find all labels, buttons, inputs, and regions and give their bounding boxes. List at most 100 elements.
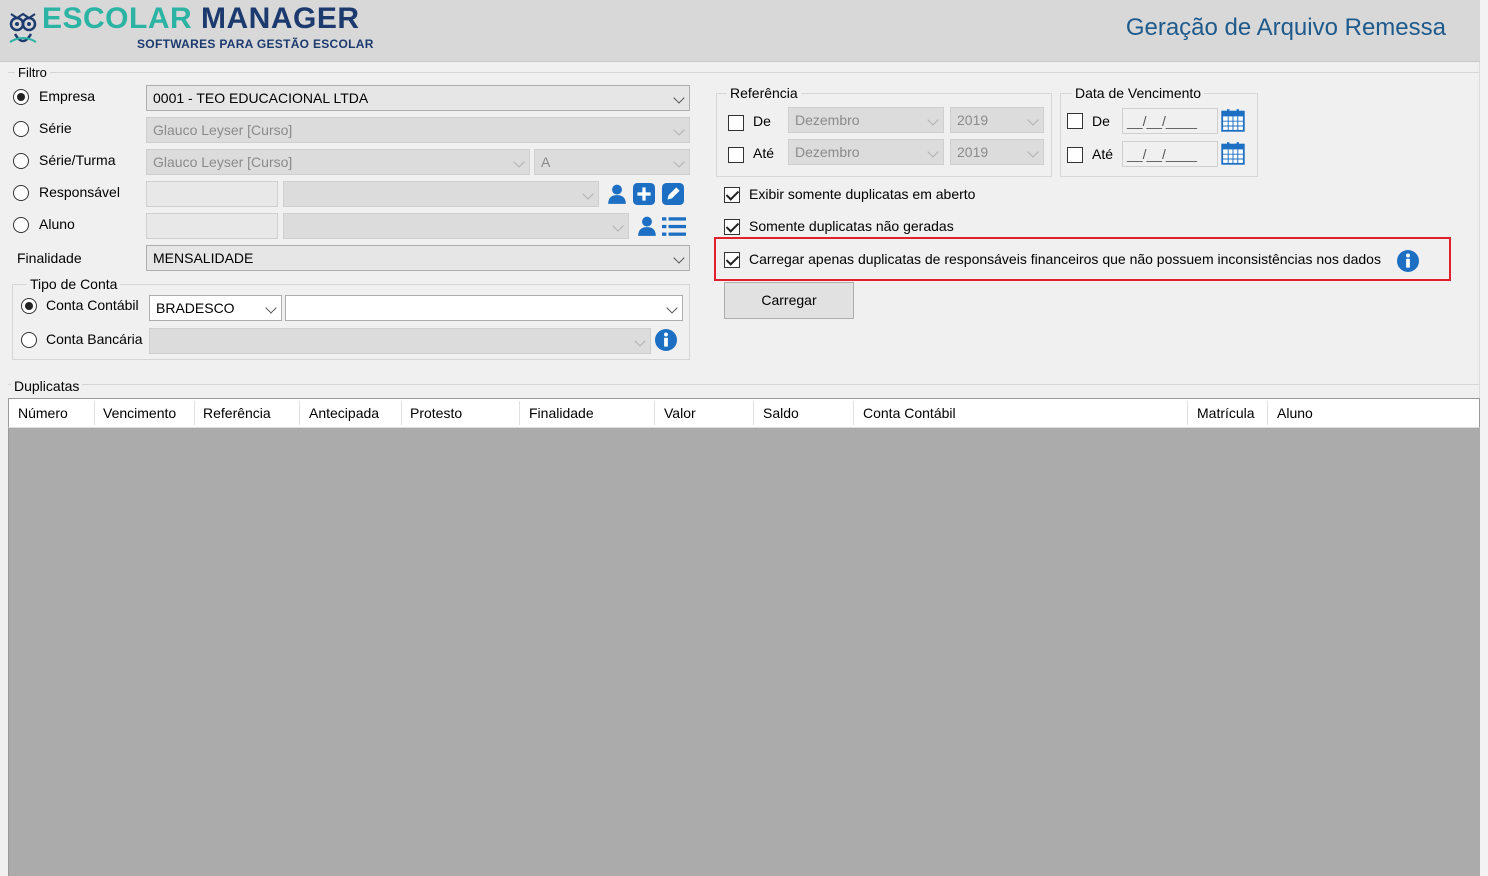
- edit-icon[interactable]: [662, 183, 684, 205]
- col-separator: [753, 401, 754, 425]
- empresa-select[interactable]: 0001 - TEO EDUCACIONAL LTDA: [146, 85, 690, 111]
- vencimento-de-checkbox[interactable]: [1067, 113, 1083, 129]
- chevron-down-icon: [666, 302, 678, 314]
- conta-bancaria-radio[interactable]: [21, 332, 37, 348]
- chevron-down-icon: [513, 156, 525, 168]
- responsavel-radio[interactable]: [13, 185, 29, 201]
- col-protesto[interactable]: Protesto: [410, 405, 462, 421]
- col-separator: [94, 401, 95, 425]
- aluno-select[interactable]: [283, 213, 629, 239]
- vencimento-ate-checkbox[interactable]: [1067, 147, 1083, 163]
- serie-turma-radio[interactable]: [13, 153, 29, 169]
- info-icon[interactable]: [1397, 250, 1419, 272]
- finalidade-value: MENSALIDADE: [153, 250, 254, 266]
- chevron-down-icon: [927, 114, 939, 126]
- chevron-down-icon: [673, 252, 685, 264]
- responsavel-select[interactable]: [283, 181, 599, 207]
- chevron-down-icon: [673, 156, 685, 168]
- filtro-group: [8, 72, 1480, 73]
- referencia-de-month: Dezembro: [795, 112, 860, 128]
- user-icon[interactable]: [636, 215, 658, 237]
- info-icon[interactable]: [655, 329, 677, 351]
- referencia-de-year-select[interactable]: 2019: [950, 107, 1044, 133]
- conta-bancaria-select[interactable]: [149, 328, 651, 354]
- exibir-aberto-checkbox[interactable]: [724, 187, 740, 203]
- col-separator: [654, 401, 655, 425]
- turma-select[interactable]: A: [534, 149, 690, 175]
- nao-geradas-label: Somente duplicatas não geradas: [749, 218, 954, 234]
- referencia-ate-month: Dezembro: [795, 144, 860, 160]
- logo-word-manager: MANAGER: [201, 2, 360, 35]
- serie-value: Glauco Leyser [Curso]: [153, 122, 293, 138]
- duplicatas-grid-body[interactable]: [8, 428, 1480, 876]
- aluno-code-input[interactable]: [146, 213, 278, 239]
- conta-contabil-radio[interactable]: [21, 298, 37, 314]
- aluno-label: Aluno: [39, 216, 75, 232]
- col-finalidade[interactable]: Finalidade: [529, 405, 594, 421]
- col-conta-contabil[interactable]: Conta Contábil: [863, 405, 956, 421]
- col-numero[interactable]: Número: [18, 405, 68, 421]
- col-separator: [853, 401, 854, 425]
- user-icon[interactable]: [606, 183, 628, 205]
- col-referencia[interactable]: Referência: [203, 405, 271, 421]
- col-separator: [194, 401, 195, 425]
- vencimento-ate-label: Até: [1092, 146, 1114, 162]
- serie-turma-value: Glauco Leyser [Curso]: [153, 154, 293, 170]
- col-separator: [1187, 401, 1188, 425]
- list-icon[interactable]: [662, 215, 686, 237]
- vencimento-de-input[interactable]: __/__/____: [1122, 108, 1218, 134]
- duplicatas-grid-header: Número Vencimento Referência Antecipada …: [8, 398, 1480, 428]
- vencimento-label: Data de Vencimento: [1072, 85, 1205, 101]
- exibir-aberto-label: Exibir somente duplicatas em aberto: [749, 186, 976, 202]
- conta-contabil-label: Conta Contábil: [46, 297, 139, 313]
- turma-value: A: [541, 154, 551, 170]
- vencimento-ate-input[interactable]: __/__/____: [1122, 141, 1218, 167]
- referencia-ate-year-select[interactable]: 2019: [950, 139, 1044, 165]
- chevron-down-icon: [612, 220, 624, 232]
- conta-contabil-detail-select[interactable]: [285, 295, 683, 321]
- referencia-ate-month-select[interactable]: Dezembro: [788, 139, 944, 165]
- nao-geradas-checkbox[interactable]: [724, 219, 740, 235]
- responsavel-label: Responsável: [39, 184, 120, 200]
- vencimento-de-label: De: [1092, 113, 1110, 129]
- page-title: Geração de Arquivo Remessa: [1125, 14, 1446, 41]
- col-saldo[interactable]: Saldo: [763, 405, 799, 421]
- col-vencimento[interactable]: Vencimento: [103, 405, 176, 421]
- chevron-down-icon: [673, 124, 685, 136]
- finalidade-select[interactable]: MENSALIDADE: [146, 245, 690, 271]
- serie-radio[interactable]: [13, 121, 29, 137]
- calendar-icon[interactable]: [1221, 141, 1245, 165]
- empresa-radio[interactable]: [13, 89, 29, 105]
- responsavel-code-input[interactable]: [146, 181, 278, 207]
- referencia-ate-checkbox[interactable]: [728, 147, 744, 163]
- serie-turma-select[interactable]: Glauco Leyser [Curso]: [146, 149, 530, 175]
- logo-tagline: SOFTWARES PARA GESTÃO ESCOLAR: [137, 37, 374, 51]
- referencia-de-month-select[interactable]: Dezembro: [788, 107, 944, 133]
- finalidade-label: Finalidade: [17, 250, 82, 266]
- carregar-apenas-checkbox[interactable]: [724, 252, 740, 268]
- chevron-down-icon: [1027, 114, 1039, 126]
- col-separator: [401, 401, 402, 425]
- col-aluno[interactable]: Aluno: [1277, 405, 1313, 421]
- serie-select[interactable]: Glauco Leyser [Curso]: [146, 117, 690, 143]
- col-valor[interactable]: Valor: [664, 405, 696, 421]
- referencia-ate-year: 2019: [957, 144, 989, 160]
- tipo-conta-label: Tipo de Conta: [27, 276, 121, 292]
- conta-bancaria-label: Conta Bancária: [46, 331, 143, 347]
- referencia-ate-label: Até: [753, 145, 775, 161]
- filtro-label: Filtro: [15, 65, 50, 80]
- calendar-icon[interactable]: [1221, 108, 1245, 132]
- carregar-button[interactable]: Carregar: [724, 282, 854, 319]
- conta-contabil-select[interactable]: BRADESCO: [149, 295, 282, 321]
- referencia-label: Referência: [727, 85, 801, 101]
- col-matricula[interactable]: Matrícula: [1197, 405, 1255, 421]
- col-antecipada[interactable]: Antecipada: [309, 405, 379, 421]
- add-icon[interactable]: [633, 183, 655, 205]
- empresa-value: 0001 - TEO EDUCACIONAL LTDA: [153, 90, 369, 106]
- col-separator: [519, 401, 520, 425]
- chevron-down-icon: [634, 335, 646, 347]
- referencia-de-label: De: [753, 113, 771, 129]
- chevron-down-icon: [582, 188, 594, 200]
- aluno-radio[interactable]: [13, 217, 29, 233]
- referencia-de-checkbox[interactable]: [728, 115, 744, 131]
